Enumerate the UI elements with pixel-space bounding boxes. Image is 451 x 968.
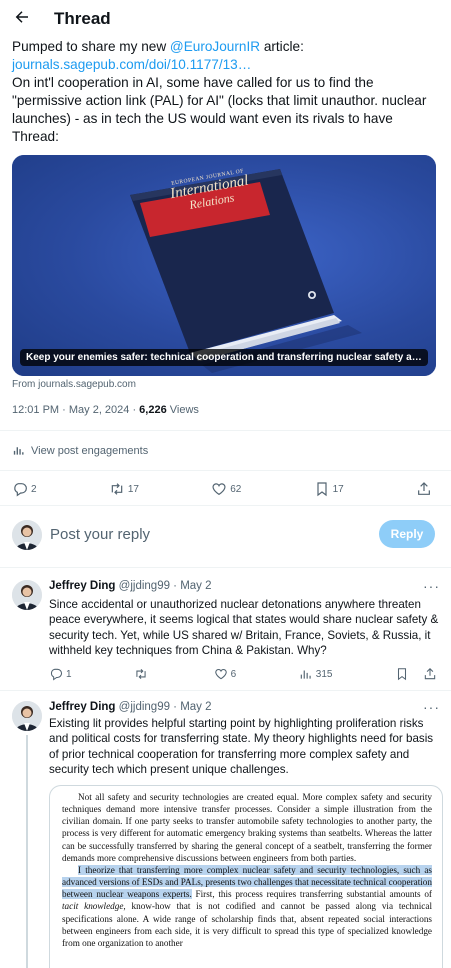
reply-button[interactable]: Reply — [379, 520, 435, 548]
reply-input[interactable]: Post your reply — [50, 526, 150, 543]
reply-actions: 1 6 315 — [49, 667, 437, 681]
back-arrow-icon[interactable] — [12, 8, 32, 28]
avatar[interactable] — [12, 580, 42, 610]
like-action[interactable]: 62 — [211, 481, 241, 497]
reply-author[interactable]: Jeffrey Ding @jjding99 · May 2 — [49, 580, 212, 592]
divider — [0, 430, 451, 431]
repost-count: 17 — [127, 483, 139, 495]
avatar[interactable] — [12, 701, 42, 731]
article-link[interactable]: journals.sagepub.com/doi/10.1177/13… — [12, 57, 251, 72]
document-paragraph-2: I theorize that transferring more comple… — [62, 864, 432, 949]
like-action[interactable]: 6 — [214, 667, 237, 681]
analytics-icon — [13, 447, 24, 455]
document-excerpt-image[interactable]: Not all safety and security technologies… — [49, 785, 443, 968]
heart-icon — [214, 669, 227, 680]
bookmark-icon — [397, 668, 407, 681]
tweet-meta: 12:01 PM · May 2, 2024 · 6,226 Views — [12, 404, 199, 416]
link-preview-card[interactable]: EUROPEAN JOURNAL OF International Relati… — [12, 155, 436, 376]
reply-count: 2 — [31, 483, 37, 495]
mention-link[interactable]: @EuroJournIR — [170, 39, 260, 54]
engagements-label: View post engagements — [31, 444, 149, 457]
document-italic-term: tacit knowledge — [62, 901, 124, 912]
more-options-icon[interactable]: ··· — [423, 699, 440, 715]
repost-action[interactable] — [134, 667, 151, 681]
card-source[interactable]: From journals.sagepub.com — [12, 379, 136, 390]
user-avatar-icon — [12, 701, 42, 731]
reply-author[interactable]: Jeffrey Ding @jjding99 · May 2 — [49, 701, 212, 713]
analytics-icon — [300, 670, 311, 679]
page-title: Thread — [54, 9, 111, 28]
author-name: Jeffrey Ding — [49, 701, 116, 713]
reply-text: Existing lit provides helpful starting p… — [49, 717, 434, 776]
reply-icon — [14, 483, 27, 497]
heart-icon — [212, 483, 226, 496]
tweet-text: Pumped to share my new @EuroJournIR arti… — [12, 38, 442, 146]
repost-icon — [111, 483, 123, 495]
more-options-icon[interactable]: ··· — [423, 578, 440, 594]
avatar[interactable] — [12, 520, 42, 550]
document-text-a: First, this process requires transferrin… — [191, 889, 432, 900]
tweet-line1-suffix: article: — [260, 39, 304, 54]
like-count: 62 — [230, 483, 242, 495]
views-label: Views — [166, 404, 199, 416]
share-action[interactable] — [423, 667, 437, 681]
bookmark-count: 17 — [332, 483, 344, 495]
card-caption: Keep your enemies safer: technical coope… — [20, 349, 428, 366]
bookmark-action[interactable] — [395, 667, 409, 681]
share-action[interactable] — [416, 481, 432, 497]
tweet-body: On int'l cooperation in AI, some have ca… — [12, 75, 427, 126]
author-handle: @jjding99 · May 2 — [118, 580, 212, 592]
view-count: 6,226 — [139, 404, 167, 416]
tweet-timestamp[interactable]: 12:01 PM · May 2, 2024 · — [12, 404, 139, 416]
thread-connector — [26, 735, 28, 968]
reply-text: Since accidental or unauthorized nuclear… — [49, 598, 439, 657]
reply-icon — [50, 668, 63, 681]
reply-action[interactable]: 1 — [49, 667, 72, 681]
share-icon — [418, 482, 430, 495]
view-count: 315 — [315, 668, 333, 680]
document-text: Not all safety and security technologies… — [62, 791, 432, 949]
user-avatar-icon — [12, 580, 42, 610]
divider — [0, 567, 451, 568]
divider — [0, 505, 451, 506]
user-avatar-icon — [12, 520, 42, 550]
document-paragraph-1: Not all safety and security technologies… — [62, 792, 432, 863]
thread-label: Thread: — [12, 129, 59, 144]
view-engagements-link[interactable]: View post engagements — [12, 444, 148, 457]
repost-action[interactable]: 17 — [109, 481, 139, 497]
tweet-actions: 2 17 62 17 — [12, 481, 432, 497]
author-handle: @jjding99 · May 2 — [118, 701, 212, 713]
divider — [0, 470, 451, 471]
divider — [0, 690, 451, 691]
share-icon — [424, 668, 436, 680]
like-count: 6 — [230, 668, 237, 680]
reply-action[interactable]: 2 — [12, 481, 37, 497]
repost-icon — [136, 668, 146, 680]
bookmark-action[interactable]: 17 — [314, 481, 344, 497]
views-action[interactable]: 315 — [299, 667, 333, 681]
tweet-line1-prefix: Pumped to share my new — [12, 39, 170, 54]
reply-secondary-actions — [395, 667, 437, 681]
author-name: Jeffrey Ding — [49, 580, 116, 592]
reply-count: 1 — [66, 668, 72, 680]
top-bar: Thread — [0, 0, 451, 40]
bookmark-icon — [317, 482, 327, 497]
